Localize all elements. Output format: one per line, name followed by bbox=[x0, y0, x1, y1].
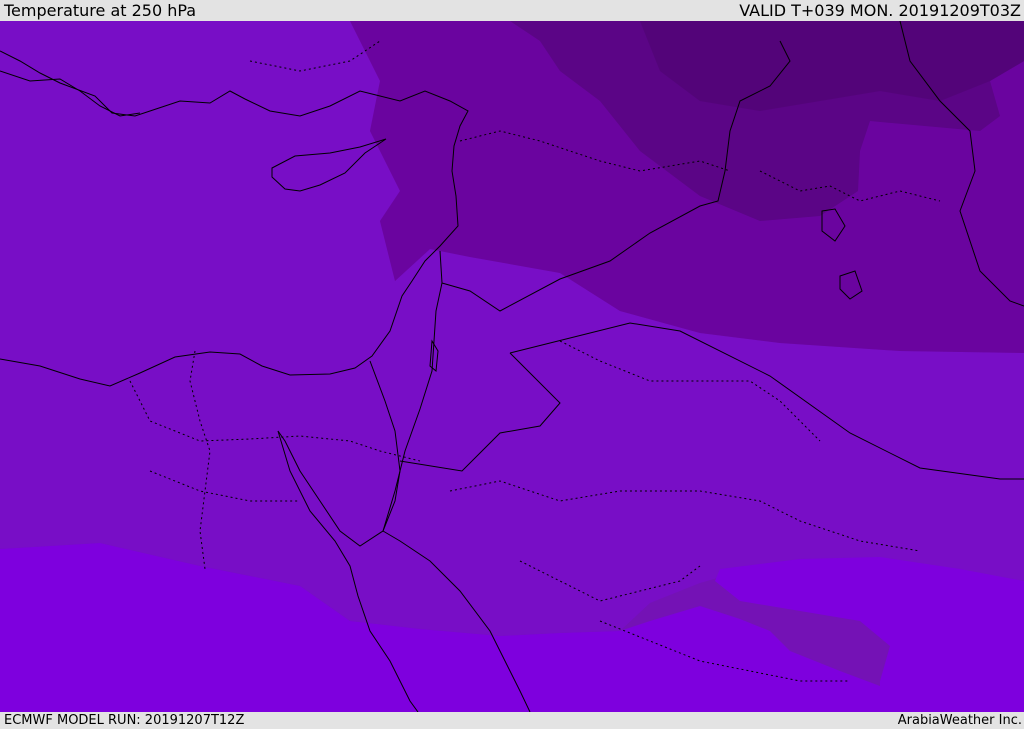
model-run: ECMWF MODEL RUN: 20191207T12Z bbox=[4, 713, 245, 728]
map-title: Temperature at 250 hPa bbox=[4, 1, 197, 20]
map-footer: ECMWF MODEL RUN: 20191207T12Z ArabiaWeat… bbox=[0, 712, 1024, 729]
temperature-map bbox=[0, 21, 1024, 712]
credit: ArabiaWeather Inc. bbox=[897, 713, 1022, 728]
map-header: Temperature at 250 hPa VALID T+039 MON. … bbox=[0, 0, 1024, 21]
valid-time: VALID T+039 MON. 20191209T03Z bbox=[739, 1, 1021, 20]
